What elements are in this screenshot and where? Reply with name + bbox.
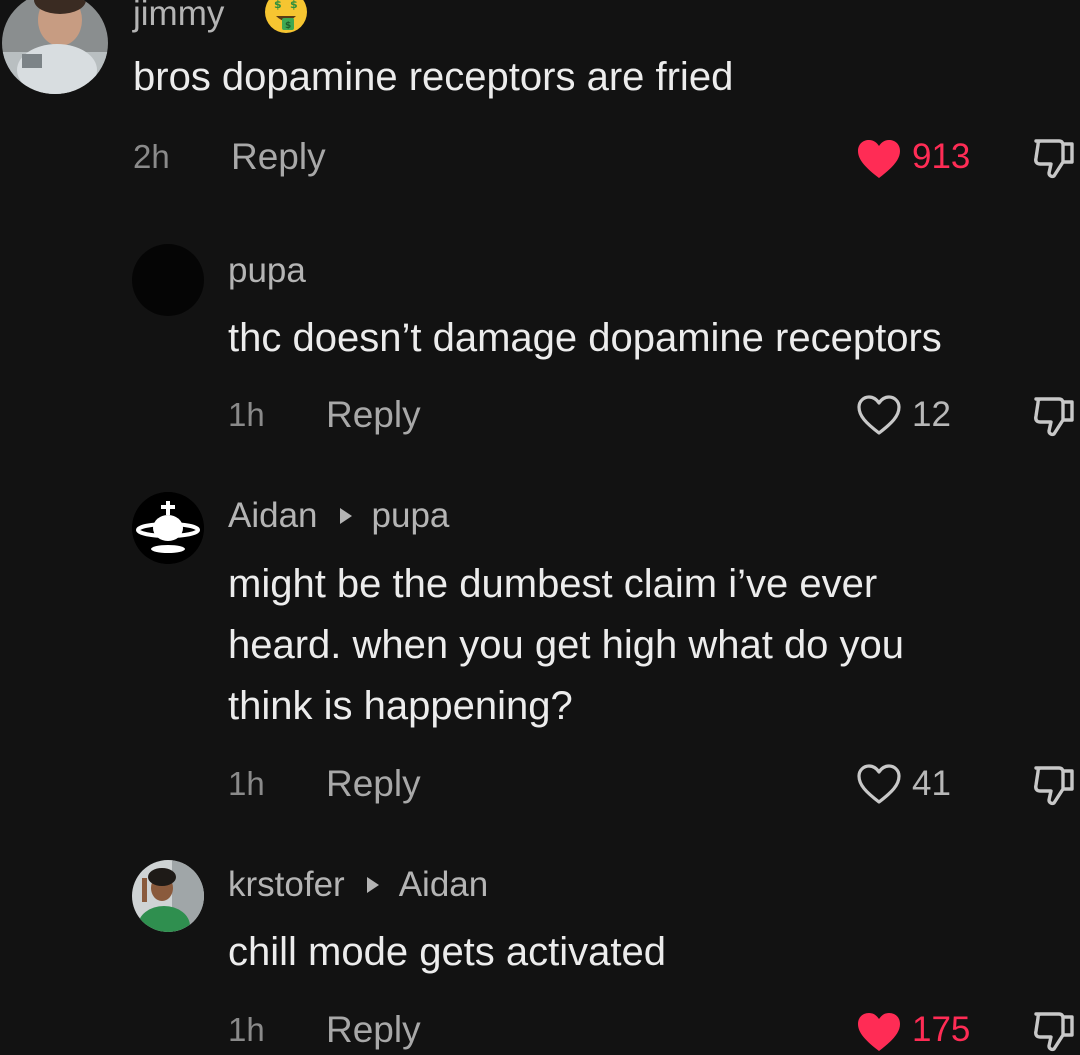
comment-time: 1h: [228, 396, 265, 433]
avatar[interactable]: [132, 244, 204, 316]
svg-text:$: $: [274, 0, 282, 11]
avatar[interactable]: [132, 860, 204, 932]
comment-meta: 1h Reply 175: [0, 1005, 1080, 1055]
username[interactable]: krstofer Aidan: [228, 865, 488, 905]
like-count: 41: [912, 764, 951, 803]
heart-icon[interactable]: [856, 394, 902, 436]
comment-text: thc doesn’t damage dopamine receptors: [228, 316, 942, 360]
reply-button[interactable]: Reply: [231, 132, 326, 182]
comment-meta: 1h Reply 41: [0, 759, 1080, 809]
avatar[interactable]: [132, 492, 204, 564]
reply-button[interactable]: Reply: [326, 390, 421, 440]
avatar[interactable]: [2, 0, 108, 94]
like-count: 175: [912, 1010, 971, 1049]
heart-icon[interactable]: [856, 763, 902, 805]
username-text[interactable]: jimmy: [133, 0, 224, 33]
thumbs-down-icon[interactable]: [1032, 763, 1076, 807]
username-text[interactable]: krstofer: [228, 865, 345, 904]
comment-time: 1h: [228, 1011, 265, 1048]
comment-text: chill mode gets activated: [228, 930, 667, 974]
username[interactable]: jimmy: [133, 0, 224, 34]
comment-meta: 2h Reply 913: [0, 132, 1080, 182]
username-text[interactable]: Aidan: [228, 496, 318, 535]
comment-time: 2h: [133, 138, 170, 175]
svg-text:$: $: [285, 21, 291, 31]
username[interactable]: pupa: [228, 251, 306, 291]
comment-time: 1h: [228, 765, 265, 802]
thumbs-down-icon[interactable]: [1032, 136, 1076, 180]
heart-icon[interactable]: [856, 1011, 902, 1053]
like-count: 12: [912, 395, 951, 434]
money-mouth-face-emoji: $ $ $: [264, 0, 308, 34]
comment-meta: 1h Reply 12: [0, 390, 1080, 440]
reply-button[interactable]: Reply: [326, 1005, 421, 1055]
heart-icon[interactable]: [856, 138, 902, 180]
reply-to-username[interactable]: Aidan: [399, 865, 489, 904]
triangle-right-icon: [366, 876, 379, 893]
reply-button[interactable]: Reply: [326, 759, 421, 809]
thumbs-down-icon[interactable]: [1032, 394, 1076, 438]
like-count: 913: [912, 137, 971, 176]
comment-text: bros dopamine receptors are fried: [133, 55, 734, 99]
svg-text:$: $: [290, 0, 298, 11]
thumbs-down-icon[interactable]: [1032, 1009, 1076, 1053]
comment-text: might be the dumbest claim i’ve ever hea…: [228, 562, 905, 728]
username[interactable]: Aidan pupa: [228, 496, 449, 536]
reply-to-username[interactable]: pupa: [372, 496, 450, 535]
username-text[interactable]: pupa: [228, 251, 306, 290]
triangle-right-icon: [339, 507, 352, 524]
